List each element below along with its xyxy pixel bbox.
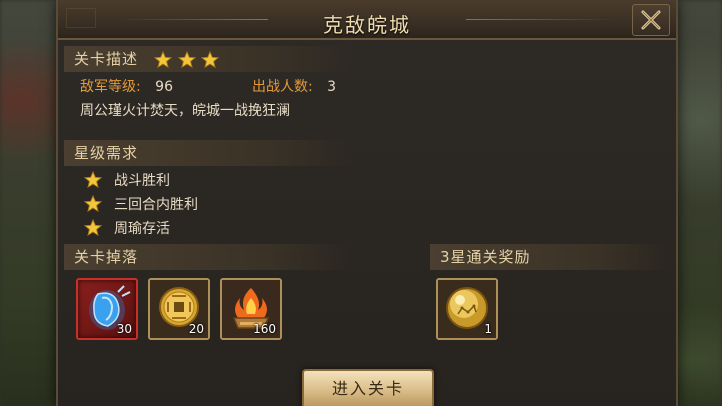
- drops-title: 关卡掉落: [74, 248, 139, 266]
- requirement-label: 三回合内胜利: [114, 197, 198, 213]
- reward-title: 3星通关奖励: [440, 248, 531, 266]
- close-icon: [641, 10, 661, 30]
- drop-item-crystal[interactable]: 30: [76, 278, 138, 340]
- star-requirements-header: 星级需求: [64, 140, 354, 166]
- enemy-level-label: 敌军等级:: [80, 79, 141, 95]
- drop-item-count: 20: [188, 322, 204, 336]
- star-icon: [84, 195, 102, 213]
- stage-story-text: 周公瑾火计焚天，皖城一战挽狂澜: [80, 103, 290, 119]
- reward-header: 3星通关奖励: [430, 244, 670, 270]
- star-icon: [84, 219, 102, 237]
- star-requirements-title: 星级需求: [74, 144, 139, 162]
- requirement-item: 三回合内胜利: [84, 194, 198, 214]
- team-size-row: 出战人数: 3: [252, 76, 336, 96]
- dialog-title-bar: 克敌皖城: [58, 0, 676, 40]
- team-size-label: 出战人数:: [252, 79, 313, 95]
- star-icon: [84, 171, 102, 189]
- drop-item-brazier[interactable]: 160: [220, 278, 282, 340]
- drop-item-coin[interactable]: 20: [148, 278, 210, 340]
- drop-item-count: 160: [253, 322, 276, 336]
- reward-item-count: 1: [484, 322, 492, 336]
- dialog-title: 克敌皖城: [323, 13, 411, 37]
- requirement-label: 周瑜存活: [114, 221, 170, 237]
- drops-header: 关卡掉落: [64, 244, 354, 270]
- drop-item-count: 30: [116, 322, 132, 336]
- team-size-value: 3: [327, 79, 337, 95]
- star-icon: [153, 50, 172, 68]
- star-icon: [201, 50, 220, 68]
- enemy-level-value: 96: [155, 79, 173, 95]
- stage-desc-header: 关卡描述: [64, 46, 354, 72]
- close-button[interactable]: [632, 4, 670, 36]
- reward-item-orb[interactable]: 1: [436, 278, 498, 340]
- enemy-level-row: 敌军等级: 96: [80, 76, 173, 96]
- requirement-label: 战斗胜利: [114, 173, 170, 189]
- enter-stage-button[interactable]: 进入关卡: [302, 369, 434, 406]
- stage-desc-title: 关卡描述: [74, 50, 139, 68]
- stage-info-dialog: 克敌皖城 关卡描述 敌军等级: 96 出战人数: 3 周公瑾火计焚天，皖城一战挽…: [56, 0, 678, 406]
- requirement-item: 周瑜存活: [84, 218, 170, 238]
- star-icon: [177, 50, 196, 68]
- stage-star-rating: [153, 50, 220, 68]
- requirement-item: 战斗胜利: [84, 170, 170, 190]
